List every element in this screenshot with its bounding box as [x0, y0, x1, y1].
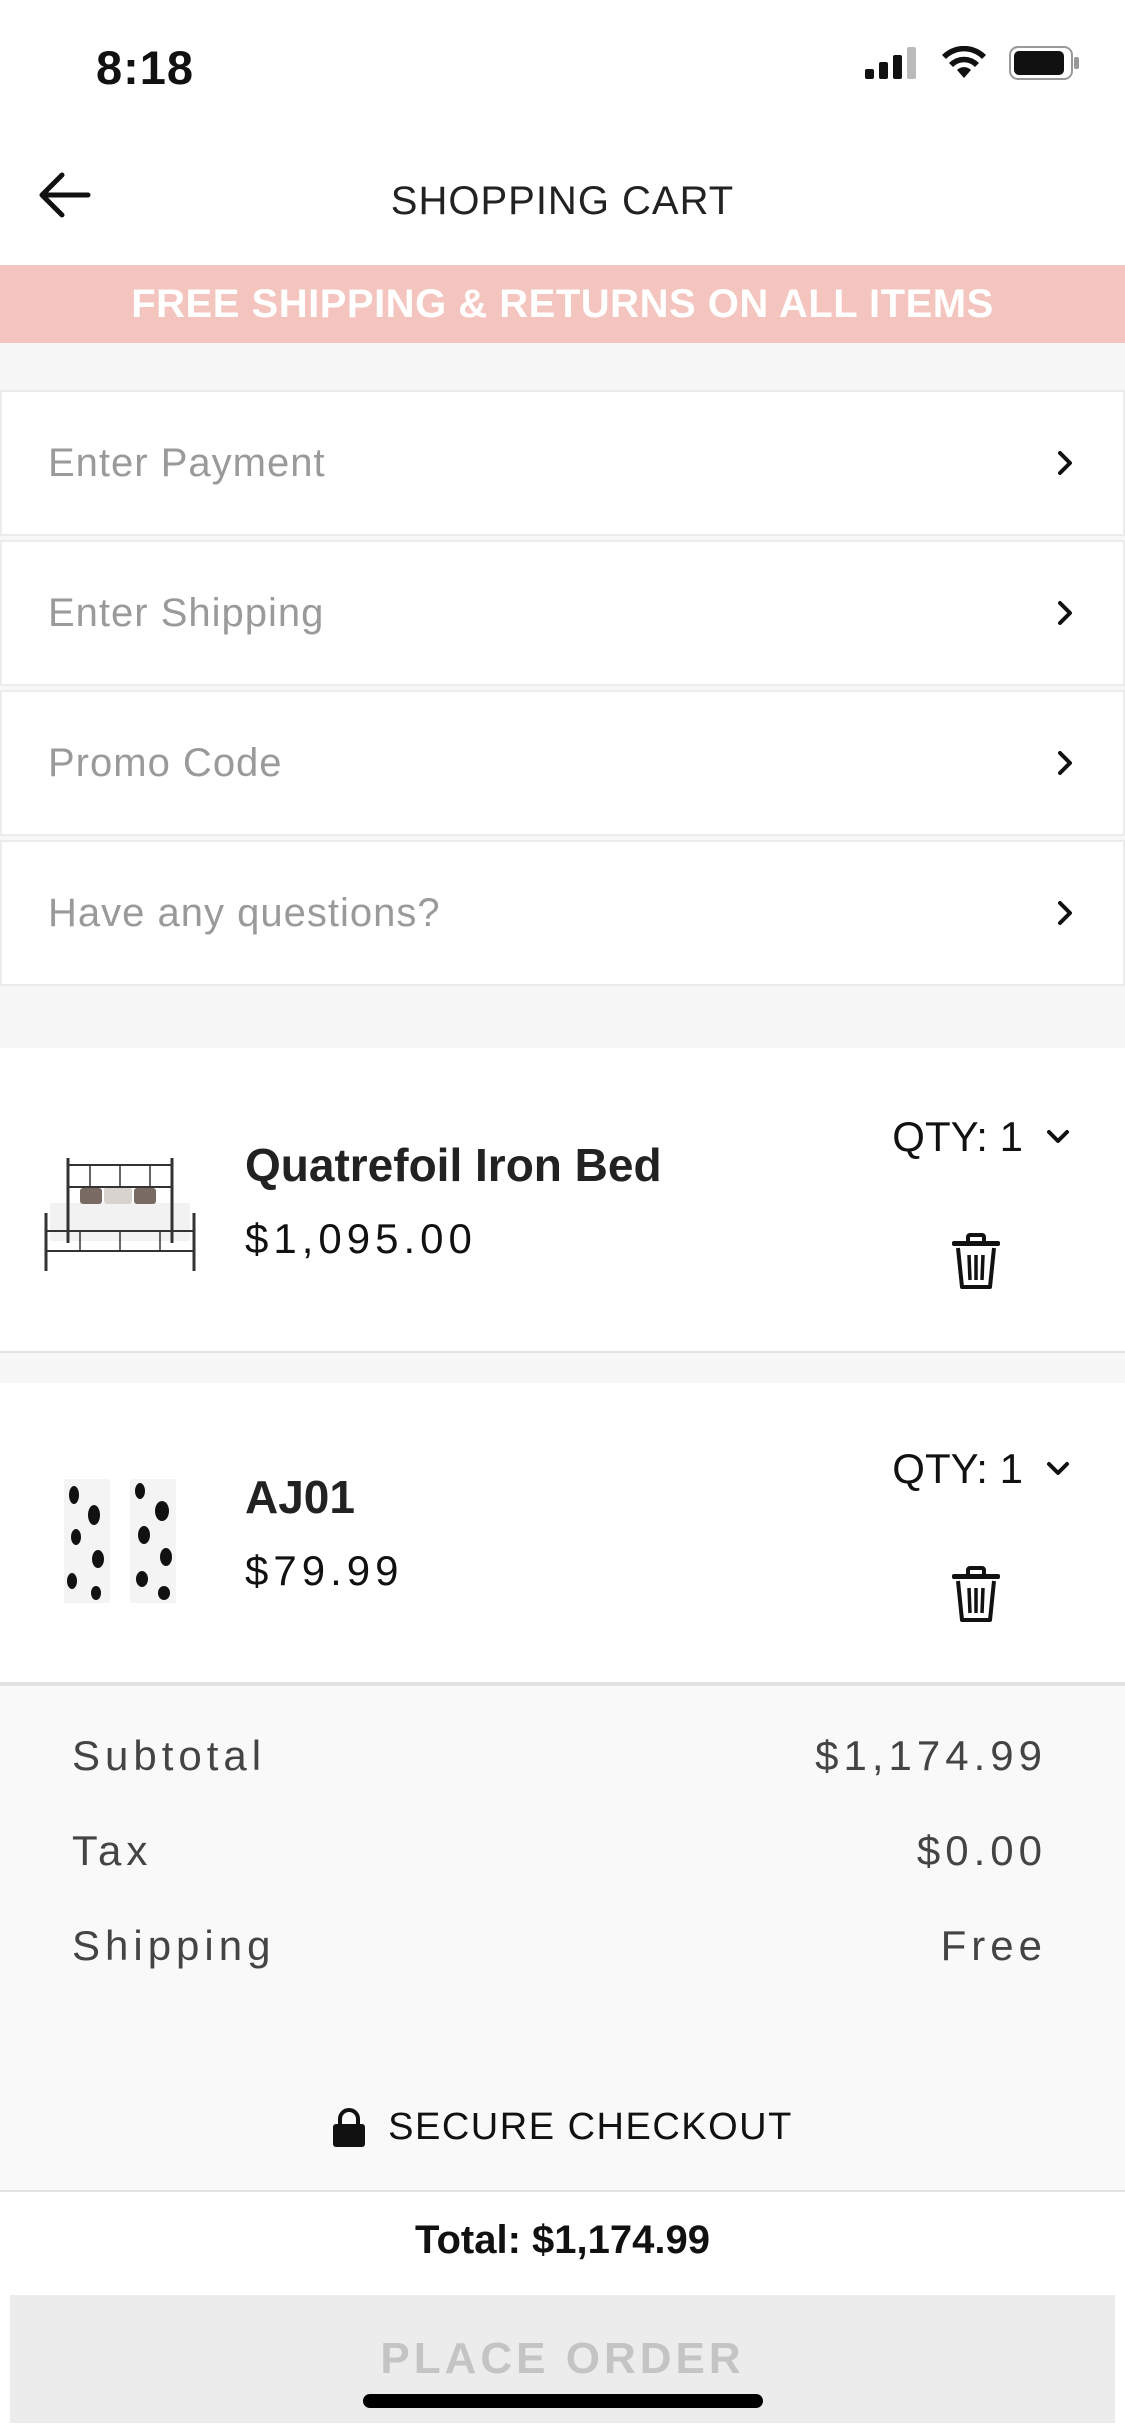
- trash-icon[interactable]: [950, 1566, 1002, 1624]
- chevron-down-icon: [1047, 1130, 1069, 1143]
- chevron-right-icon: [1045, 893, 1085, 933]
- promo-code-label: Promo Code: [48, 740, 283, 785]
- enter-shipping-row[interactable]: Enter Shipping: [0, 540, 1125, 686]
- tax-row: Tax $0.00: [72, 1827, 1047, 1875]
- quantity-label: QTY: 1: [892, 1113, 1023, 1160]
- secure-checkout-label: SECURE CHECKOUT: [388, 2106, 793, 2148]
- quantity-selector[interactable]: QTY: 1: [892, 1445, 1071, 1493]
- order-summary: Subtotal $1,174.99 Tax $0.00 Shipping Fr…: [0, 1684, 1125, 2190]
- trash-icon[interactable]: [950, 1233, 1002, 1291]
- battery-icon: [1009, 46, 1079, 80]
- tax-value: $0.00: [916, 1827, 1047, 1874]
- place-order-label: PLACE ORDER: [380, 2334, 745, 2383]
- questions-row[interactable]: Have any questions?: [0, 840, 1125, 986]
- status-time: 8:18: [96, 41, 195, 94]
- cart-item: AJ01 $79.99 QTY: 1: [0, 1383, 1125, 1684]
- status-icons: [865, 46, 1081, 80]
- enter-payment-row[interactable]: Enter Payment: [0, 390, 1125, 536]
- chevron-right-icon: [1045, 593, 1085, 633]
- subtotal-row: Subtotal $1,174.99: [72, 1732, 1047, 1780]
- shipping-label: Shipping: [72, 1922, 276, 1969]
- item-price: $79.99: [245, 1547, 404, 1594]
- item-name: AJ01: [245, 1471, 355, 1523]
- iron-bed-thumbnail: [44, 1158, 196, 1271]
- wifi-icon: [942, 46, 986, 78]
- chevron-down-icon: [1047, 1462, 1069, 1475]
- banner-text: FREE SHIPPING & RETURNS ON ALL ITEMS: [131, 281, 994, 326]
- enter-payment-label: Enter Payment: [48, 440, 326, 485]
- tax-label: Tax: [72, 1827, 153, 1874]
- cellular-signal-icon: [865, 47, 916, 79]
- quantity-label: QTY: 1: [892, 1445, 1023, 1492]
- order-total: Total: $1,174.99: [415, 2218, 710, 2262]
- questions-label: Have any questions?: [48, 890, 441, 935]
- chevron-right-icon: [1045, 743, 1085, 783]
- subtotal-label: Subtotal: [72, 1732, 267, 1779]
- status-bar: 8:18: [0, 0, 1125, 135]
- home-indicator[interactable]: [363, 2394, 763, 2408]
- cart-item: Quatrefoil Iron Bed $1,095.00 QTY: 1: [0, 1048, 1125, 1353]
- subtotal-value: $1,174.99: [815, 1732, 1047, 1779]
- chevron-right-icon: [1045, 443, 1085, 483]
- quantity-selector[interactable]: QTY: 1: [892, 1113, 1071, 1161]
- spotted-curtain-thumbnail: [64, 1479, 176, 1603]
- shipping-value: Free: [940, 1922, 1047, 1969]
- lock-icon: [333, 2107, 366, 2147]
- shipping-row: Shipping Free: [72, 1922, 1047, 1970]
- item-separator: [0, 1353, 1125, 1383]
- promo-code-row[interactable]: Promo Code: [0, 690, 1125, 836]
- enter-shipping-label: Enter Shipping: [48, 590, 325, 635]
- item-price: $1,095.00: [245, 1215, 477, 1262]
- secure-checkout: SECURE CHECKOUT: [0, 2106, 1125, 2149]
- item-name: Quatrefoil Iron Bed: [245, 1139, 662, 1191]
- nav-bar: SHOPPING CART: [0, 135, 1125, 265]
- page-title: SHOPPING CART: [390, 179, 735, 223]
- free-shipping-banner: FREE SHIPPING & RETURNS ON ALL ITEMS: [0, 265, 1125, 343]
